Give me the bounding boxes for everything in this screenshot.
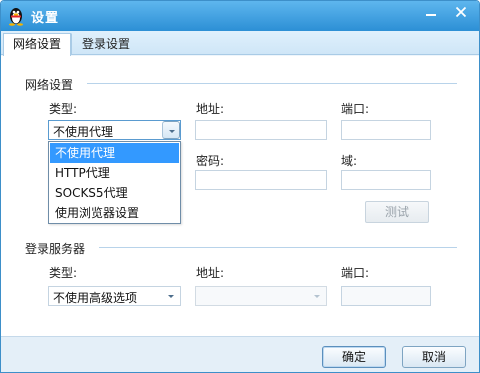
chevron-down-icon[interactable] [162, 121, 180, 139]
server-port-label: 端口: [341, 266, 370, 280]
proxy-type-value: 不使用代理 [53, 125, 114, 139]
proxy-password-input[interactable] [195, 170, 327, 190]
proxy-type-dropdown: 不使用代理 HTTP代理 SOCKS5代理 使用浏览器设置 [48, 141, 181, 224]
login-server-section-divider [99, 247, 457, 248]
server-address-select [195, 286, 327, 306]
minimize-button[interactable] [417, 1, 445, 23]
chevron-down-icon [308, 287, 326, 305]
dropdown-option-http-proxy[interactable]: HTTP代理 [50, 163, 179, 183]
proxy-port-input[interactable] [341, 120, 431, 140]
network-section-title: 网络设置 [25, 78, 74, 92]
minimize-icon [426, 14, 436, 16]
server-type-select[interactable]: 不使用高级选项 [48, 286, 181, 306]
qq-penguin-icon [7, 6, 25, 26]
proxy-domain-label: 域: [341, 154, 358, 168]
server-address-label: 地址: [196, 266, 225, 280]
title-bar[interactable]: 设置 [1, 1, 479, 31]
network-section-divider [87, 83, 457, 84]
dropdown-option-socks5-proxy[interactable]: SOCKS5代理 [50, 183, 179, 203]
chevron-down-icon[interactable] [162, 287, 180, 305]
dropdown-option-browser-settings[interactable]: 使用浏览器设置 [50, 203, 179, 223]
window-title: 设置 [31, 11, 60, 26]
proxy-address-input[interactable] [195, 120, 327, 140]
test-button[interactable]: 测试 [365, 201, 429, 223]
proxy-type-select[interactable]: 不使用代理 [48, 120, 181, 140]
settings-dialog: 设置 网络设置 登录设置 网络设置 类型: 地址: 端口: 不使用代理 密码: … [0, 0, 480, 373]
tab-network-settings[interactable]: 网络设置 [3, 33, 71, 56]
proxy-domain-input[interactable] [341, 170, 431, 190]
cancel-button[interactable]: 取消 [402, 346, 466, 368]
close-icon [455, 6, 467, 18]
proxy-port-label: 端口: [341, 102, 370, 116]
dialog-footer: 确定 取消 [1, 336, 479, 372]
proxy-password-label: 密码: [196, 154, 225, 168]
server-type-label: 类型: [49, 266, 78, 280]
login-server-section-title: 登录服务器 [25, 242, 86, 256]
tab-bar: 网络设置 登录设置 [1, 31, 479, 56]
server-port-input [341, 286, 431, 306]
server-type-value: 不使用高级选项 [53, 291, 138, 305]
proxy-type-label: 类型: [49, 102, 78, 116]
dropdown-option-no-proxy[interactable]: 不使用代理 [50, 143, 179, 163]
tab-login-settings[interactable]: 登录设置 [71, 33, 141, 55]
proxy-address-label: 地址: [196, 102, 225, 116]
ok-button[interactable]: 确定 [322, 346, 386, 368]
close-button[interactable] [447, 1, 475, 23]
